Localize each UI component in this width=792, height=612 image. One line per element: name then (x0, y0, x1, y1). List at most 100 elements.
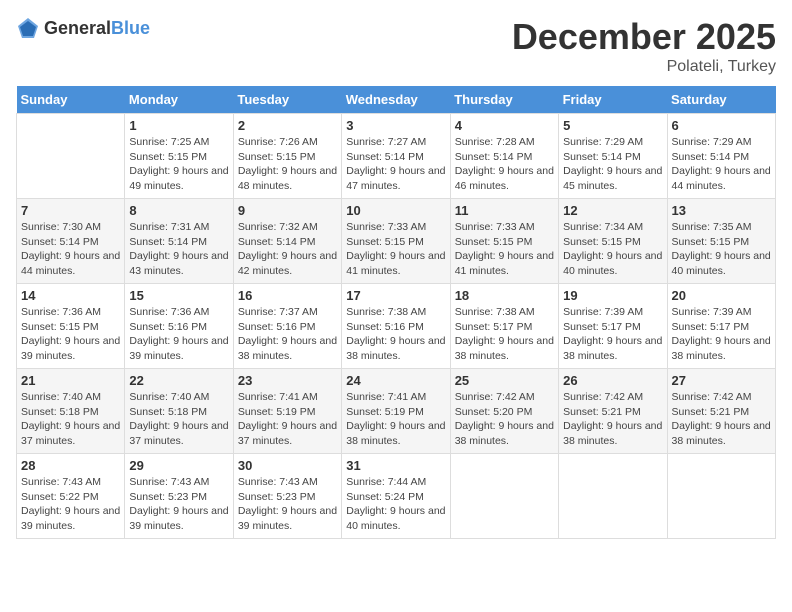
table-row: 2 Sunrise: 7:26 AMSunset: 5:15 PMDayligh… (233, 114, 341, 199)
calendar-week-2: 7 Sunrise: 7:30 AMSunset: 5:14 PMDayligh… (17, 199, 776, 284)
header-sunday: Sunday (17, 86, 125, 114)
table-row: 5 Sunrise: 7:29 AMSunset: 5:14 PMDayligh… (559, 114, 667, 199)
table-row (559, 454, 667, 539)
day-info: Sunrise: 7:41 AMSunset: 5:19 PMDaylight:… (238, 390, 337, 449)
day-info: Sunrise: 7:35 AMSunset: 5:15 PMDaylight:… (672, 220, 771, 279)
day-info: Sunrise: 7:34 AMSunset: 5:15 PMDaylight:… (563, 220, 662, 279)
location-title: Polateli, Turkey (512, 58, 776, 76)
day-info: Sunrise: 7:41 AMSunset: 5:19 PMDaylight:… (346, 390, 445, 449)
day-number: 5 (563, 118, 662, 133)
day-info: Sunrise: 7:40 AMSunset: 5:18 PMDaylight:… (129, 390, 228, 449)
table-row: 16 Sunrise: 7:37 AMSunset: 5:16 PMDaylig… (233, 284, 341, 369)
day-info: Sunrise: 7:43 AMSunset: 5:23 PMDaylight:… (238, 475, 337, 534)
table-row: 22 Sunrise: 7:40 AMSunset: 5:18 PMDaylig… (125, 369, 233, 454)
header-friday: Friday (559, 86, 667, 114)
table-row: 18 Sunrise: 7:38 AMSunset: 5:17 PMDaylig… (450, 284, 558, 369)
day-number: 2 (238, 118, 337, 133)
day-info: Sunrise: 7:39 AMSunset: 5:17 PMDaylight:… (563, 305, 662, 364)
day-number: 20 (672, 288, 771, 303)
day-info: Sunrise: 7:31 AMSunset: 5:14 PMDaylight:… (129, 220, 228, 279)
table-row: 15 Sunrise: 7:36 AMSunset: 5:16 PMDaylig… (125, 284, 233, 369)
table-row: 7 Sunrise: 7:30 AMSunset: 5:14 PMDayligh… (17, 199, 125, 284)
day-info: Sunrise: 7:39 AMSunset: 5:17 PMDaylight:… (672, 305, 771, 364)
day-number: 10 (346, 203, 445, 218)
table-row: 23 Sunrise: 7:41 AMSunset: 5:19 PMDaylig… (233, 369, 341, 454)
logo-blue: Blue (111, 18, 150, 38)
calendar-week-5: 28 Sunrise: 7:43 AMSunset: 5:22 PMDaylig… (17, 454, 776, 539)
table-row: 20 Sunrise: 7:39 AMSunset: 5:17 PMDaylig… (667, 284, 775, 369)
day-info: Sunrise: 7:42 AMSunset: 5:21 PMDaylight:… (563, 390, 662, 449)
table-row: 21 Sunrise: 7:40 AMSunset: 5:18 PMDaylig… (17, 369, 125, 454)
table-row: 9 Sunrise: 7:32 AMSunset: 5:14 PMDayligh… (233, 199, 341, 284)
table-row: 31 Sunrise: 7:44 AMSunset: 5:24 PMDaylig… (342, 454, 450, 539)
day-number: 30 (238, 458, 337, 473)
table-row: 8 Sunrise: 7:31 AMSunset: 5:14 PMDayligh… (125, 199, 233, 284)
table-row: 10 Sunrise: 7:33 AMSunset: 5:15 PMDaylig… (342, 199, 450, 284)
calendar-week-3: 14 Sunrise: 7:36 AMSunset: 5:15 PMDaylig… (17, 284, 776, 369)
day-number: 1 (129, 118, 228, 133)
table-row: 12 Sunrise: 7:34 AMSunset: 5:15 PMDaylig… (559, 199, 667, 284)
header-monday: Monday (125, 86, 233, 114)
day-info: Sunrise: 7:37 AMSunset: 5:16 PMDaylight:… (238, 305, 337, 364)
page-header: GeneralBlue December 2025 Polateli, Turk… (16, 16, 776, 76)
table-row (17, 114, 125, 199)
day-info: Sunrise: 7:30 AMSunset: 5:14 PMDaylight:… (21, 220, 120, 279)
logo-text: GeneralBlue (44, 18, 150, 39)
day-info: Sunrise: 7:26 AMSunset: 5:15 PMDaylight:… (238, 135, 337, 194)
table-row: 4 Sunrise: 7:28 AMSunset: 5:14 PMDayligh… (450, 114, 558, 199)
day-number: 23 (238, 373, 337, 388)
day-number: 29 (129, 458, 228, 473)
day-number: 31 (346, 458, 445, 473)
day-number: 4 (455, 118, 554, 133)
table-row: 26 Sunrise: 7:42 AMSunset: 5:21 PMDaylig… (559, 369, 667, 454)
header-wednesday: Wednesday (342, 86, 450, 114)
day-number: 17 (346, 288, 445, 303)
day-number: 9 (238, 203, 337, 218)
day-number: 6 (672, 118, 771, 133)
day-info: Sunrise: 7:28 AMSunset: 5:14 PMDaylight:… (455, 135, 554, 194)
day-number: 27 (672, 373, 771, 388)
day-number: 12 (563, 203, 662, 218)
table-row: 11 Sunrise: 7:33 AMSunset: 5:15 PMDaylig… (450, 199, 558, 284)
day-number: 15 (129, 288, 228, 303)
table-row: 24 Sunrise: 7:41 AMSunset: 5:19 PMDaylig… (342, 369, 450, 454)
day-info: Sunrise: 7:29 AMSunset: 5:14 PMDaylight:… (563, 135, 662, 194)
day-number: 3 (346, 118, 445, 133)
logo: GeneralBlue (16, 16, 150, 40)
day-number: 18 (455, 288, 554, 303)
day-info: Sunrise: 7:43 AMSunset: 5:22 PMDaylight:… (21, 475, 120, 534)
table-row: 29 Sunrise: 7:43 AMSunset: 5:23 PMDaylig… (125, 454, 233, 539)
calendar-header-row: Sunday Monday Tuesday Wednesday Thursday… (17, 86, 776, 114)
day-number: 8 (129, 203, 228, 218)
table-row (450, 454, 558, 539)
logo-general: General (44, 18, 111, 38)
day-info: Sunrise: 7:38 AMSunset: 5:17 PMDaylight:… (455, 305, 554, 364)
day-info: Sunrise: 7:32 AMSunset: 5:14 PMDaylight:… (238, 220, 337, 279)
day-info: Sunrise: 7:40 AMSunset: 5:18 PMDaylight:… (21, 390, 120, 449)
calendar-table: Sunday Monday Tuesday Wednesday Thursday… (16, 86, 776, 539)
day-info: Sunrise: 7:33 AMSunset: 5:15 PMDaylight:… (455, 220, 554, 279)
day-number: 16 (238, 288, 337, 303)
table-row: 30 Sunrise: 7:43 AMSunset: 5:23 PMDaylig… (233, 454, 341, 539)
calendar-week-4: 21 Sunrise: 7:40 AMSunset: 5:18 PMDaylig… (17, 369, 776, 454)
day-number: 7 (21, 203, 120, 218)
title-area: December 2025 Polateli, Turkey (512, 16, 776, 76)
day-info: Sunrise: 7:25 AMSunset: 5:15 PMDaylight:… (129, 135, 228, 194)
day-info: Sunrise: 7:36 AMSunset: 5:16 PMDaylight:… (129, 305, 228, 364)
day-number: 11 (455, 203, 554, 218)
day-info: Sunrise: 7:36 AMSunset: 5:15 PMDaylight:… (21, 305, 120, 364)
day-info: Sunrise: 7:27 AMSunset: 5:14 PMDaylight:… (346, 135, 445, 194)
day-info: Sunrise: 7:33 AMSunset: 5:15 PMDaylight:… (346, 220, 445, 279)
table-row: 6 Sunrise: 7:29 AMSunset: 5:14 PMDayligh… (667, 114, 775, 199)
header-thursday: Thursday (450, 86, 558, 114)
day-info: Sunrise: 7:44 AMSunset: 5:24 PMDaylight:… (346, 475, 445, 534)
day-number: 24 (346, 373, 445, 388)
table-row: 13 Sunrise: 7:35 AMSunset: 5:15 PMDaylig… (667, 199, 775, 284)
table-row: 25 Sunrise: 7:42 AMSunset: 5:20 PMDaylig… (450, 369, 558, 454)
day-number: 19 (563, 288, 662, 303)
day-number: 26 (563, 373, 662, 388)
day-number: 28 (21, 458, 120, 473)
day-info: Sunrise: 7:42 AMSunset: 5:20 PMDaylight:… (455, 390, 554, 449)
table-row: 1 Sunrise: 7:25 AMSunset: 5:15 PMDayligh… (125, 114, 233, 199)
day-number: 21 (21, 373, 120, 388)
